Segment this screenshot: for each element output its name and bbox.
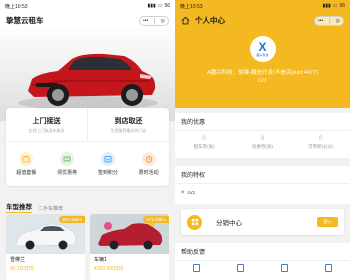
battery-level: 56 (164, 3, 170, 9)
page-title: 挚慧云租车 (6, 16, 44, 25)
battery-icon: ▭ (332, 3, 338, 9)
status-time: 晚上10:53 (5, 3, 28, 10)
rental-voucher-stat[interactable]: 0 租车券(张) (175, 136, 233, 150)
status-bar: 晚上10:53 ▮▮▮ ▭ 56 (0, 0, 175, 12)
car-name: 雪佛兰 (10, 257, 26, 263)
car-name: 车辆1 (94, 257, 107, 263)
coupon-button[interactable]: 领优惠券 (47, 142, 88, 186)
avatar[interactable]: X 趣兴科技 (249, 36, 276, 62)
signal-icon: ▮▮▮ (147, 3, 156, 9)
distance-badge: 362.36km (59, 216, 85, 223)
tab-used-cars[interactable]: 二手车推荐 (38, 205, 63, 213)
section-title: 我的优惠 (175, 113, 350, 131)
page-title: 个人中心 (195, 16, 225, 25)
mini-program-capsule: ••• ◎ (139, 15, 169, 26)
mini-program-capsule: ••• ◎ (314, 15, 344, 26)
section-title: 我的特权 (175, 166, 350, 184)
service-card: 上门接送 在线上门取送车服务 到店取还 为您推荐最近的门店 超值套餐 领优惠券 (6, 108, 169, 186)
coupon-icon (60, 152, 75, 166)
close-icon[interactable]: ◎ (161, 18, 165, 24)
signal-icon: ▮▮▮ (322, 3, 331, 9)
section-title: 帮助反馈 (175, 243, 350, 261)
car-tabs: 车型推荐 二手车推荐 (6, 201, 63, 213)
car-thumbnail: 362.36km (6, 214, 85, 254)
car-list: 362.36km 雪佛兰 ¥0.10/日均 673.48km 车辆1 ¥100.… (6, 214, 169, 280)
more-icon[interactable]: ••• (318, 18, 323, 24)
user-name: A趣兴科技、徐锋-微信开发(不是店)(uid:4477) (207, 70, 318, 76)
tab-recommended-models[interactable]: 车型推荐 (6, 201, 32, 213)
checkin-icon (100, 152, 115, 166)
my-coupons-section: 我的优惠 0 租车券(张) 0 优惠券(张) 0 可用积分(分) (175, 113, 350, 158)
distribution-title: 分销中心 (216, 220, 242, 227)
timer-icon (141, 152, 156, 166)
close-icon[interactable]: ◎ (336, 18, 340, 24)
privilege-level: LV1 (187, 189, 196, 195)
coupon-stat[interactable]: 0 优惠券(张) (233, 136, 291, 150)
home-icon[interactable] (181, 16, 190, 25)
status-bar: 晚上10:53 ▮▮▮ ▭ 56 (175, 0, 350, 12)
level-badge-icon: ◆ (181, 189, 185, 194)
door-to-door-service[interactable]: 上门接送 在线上门取送车服务 (6, 108, 87, 141)
distribution-icon (187, 214, 202, 230)
logo-mark: X (258, 39, 267, 54)
home-screen: 晚上10:53 ▮▮▮ ▭ 56 挚慧云租车 ••• ◎ 上门接送 在线上门取送… (0, 0, 175, 280)
more-icon[interactable]: ••• (143, 18, 148, 24)
car-thumbnail: 673.48km (90, 214, 169, 254)
status-time: 晚上10:53 (180, 3, 203, 10)
points-stat[interactable]: 0 可用积分(分) (292, 136, 350, 150)
document-icon[interactable] (193, 264, 201, 272)
promotion-button[interactable]: 限时活动 (128, 142, 169, 186)
distance-badge: 673.48km (143, 216, 169, 223)
car-price: ¥100.00/日均 (94, 266, 124, 272)
user-level: LV1 (258, 78, 267, 84)
nav-bar: 挚慧云租车 ••• ◎ (0, 12, 175, 29)
package-icon (19, 152, 34, 166)
profile-header: X 趣兴科技 A趣兴科技、徐锋-微信开发(不是店)(uid:4477) LV1 (175, 29, 350, 108)
document-icon[interactable] (280, 264, 288, 272)
my-privileges-section: 我的特权 ◆ LV1 (175, 166, 350, 204)
nav-bar: 个人中心 ••• ◎ (175, 12, 350, 29)
profile-screen: 晚上10:53 ▮▮▮ ▭ 56 个人中心 ••• ◎ X 趣兴科技 A趣兴科技… (175, 0, 350, 280)
car-card[interactable]: 673.48km 车辆1 ¥100.00/日均 (90, 214, 169, 280)
distribution-center-card[interactable]: 分销中心 进入 (181, 209, 344, 235)
store-pickup-service[interactable]: 到店取还 为您推荐最近的门店 (87, 108, 169, 141)
package-button[interactable]: 超值套餐 (6, 142, 47, 186)
checkin-button[interactable]: 签到积分 (88, 142, 129, 186)
document-icon[interactable] (324, 264, 332, 272)
logo-text: 趣兴科技 (256, 52, 269, 57)
battery-icon: ▭ (157, 3, 163, 9)
help-feedback-section: 帮助反馈 (175, 243, 350, 280)
battery-level: 56 (339, 3, 345, 9)
enter-button[interactable]: 进入 (317, 217, 338, 227)
document-icon[interactable] (237, 264, 245, 272)
car-price: ¥0.10/日均 (10, 266, 34, 272)
car-card[interactable]: 362.36km 雪佛兰 ¥0.10/日均 (6, 214, 85, 280)
